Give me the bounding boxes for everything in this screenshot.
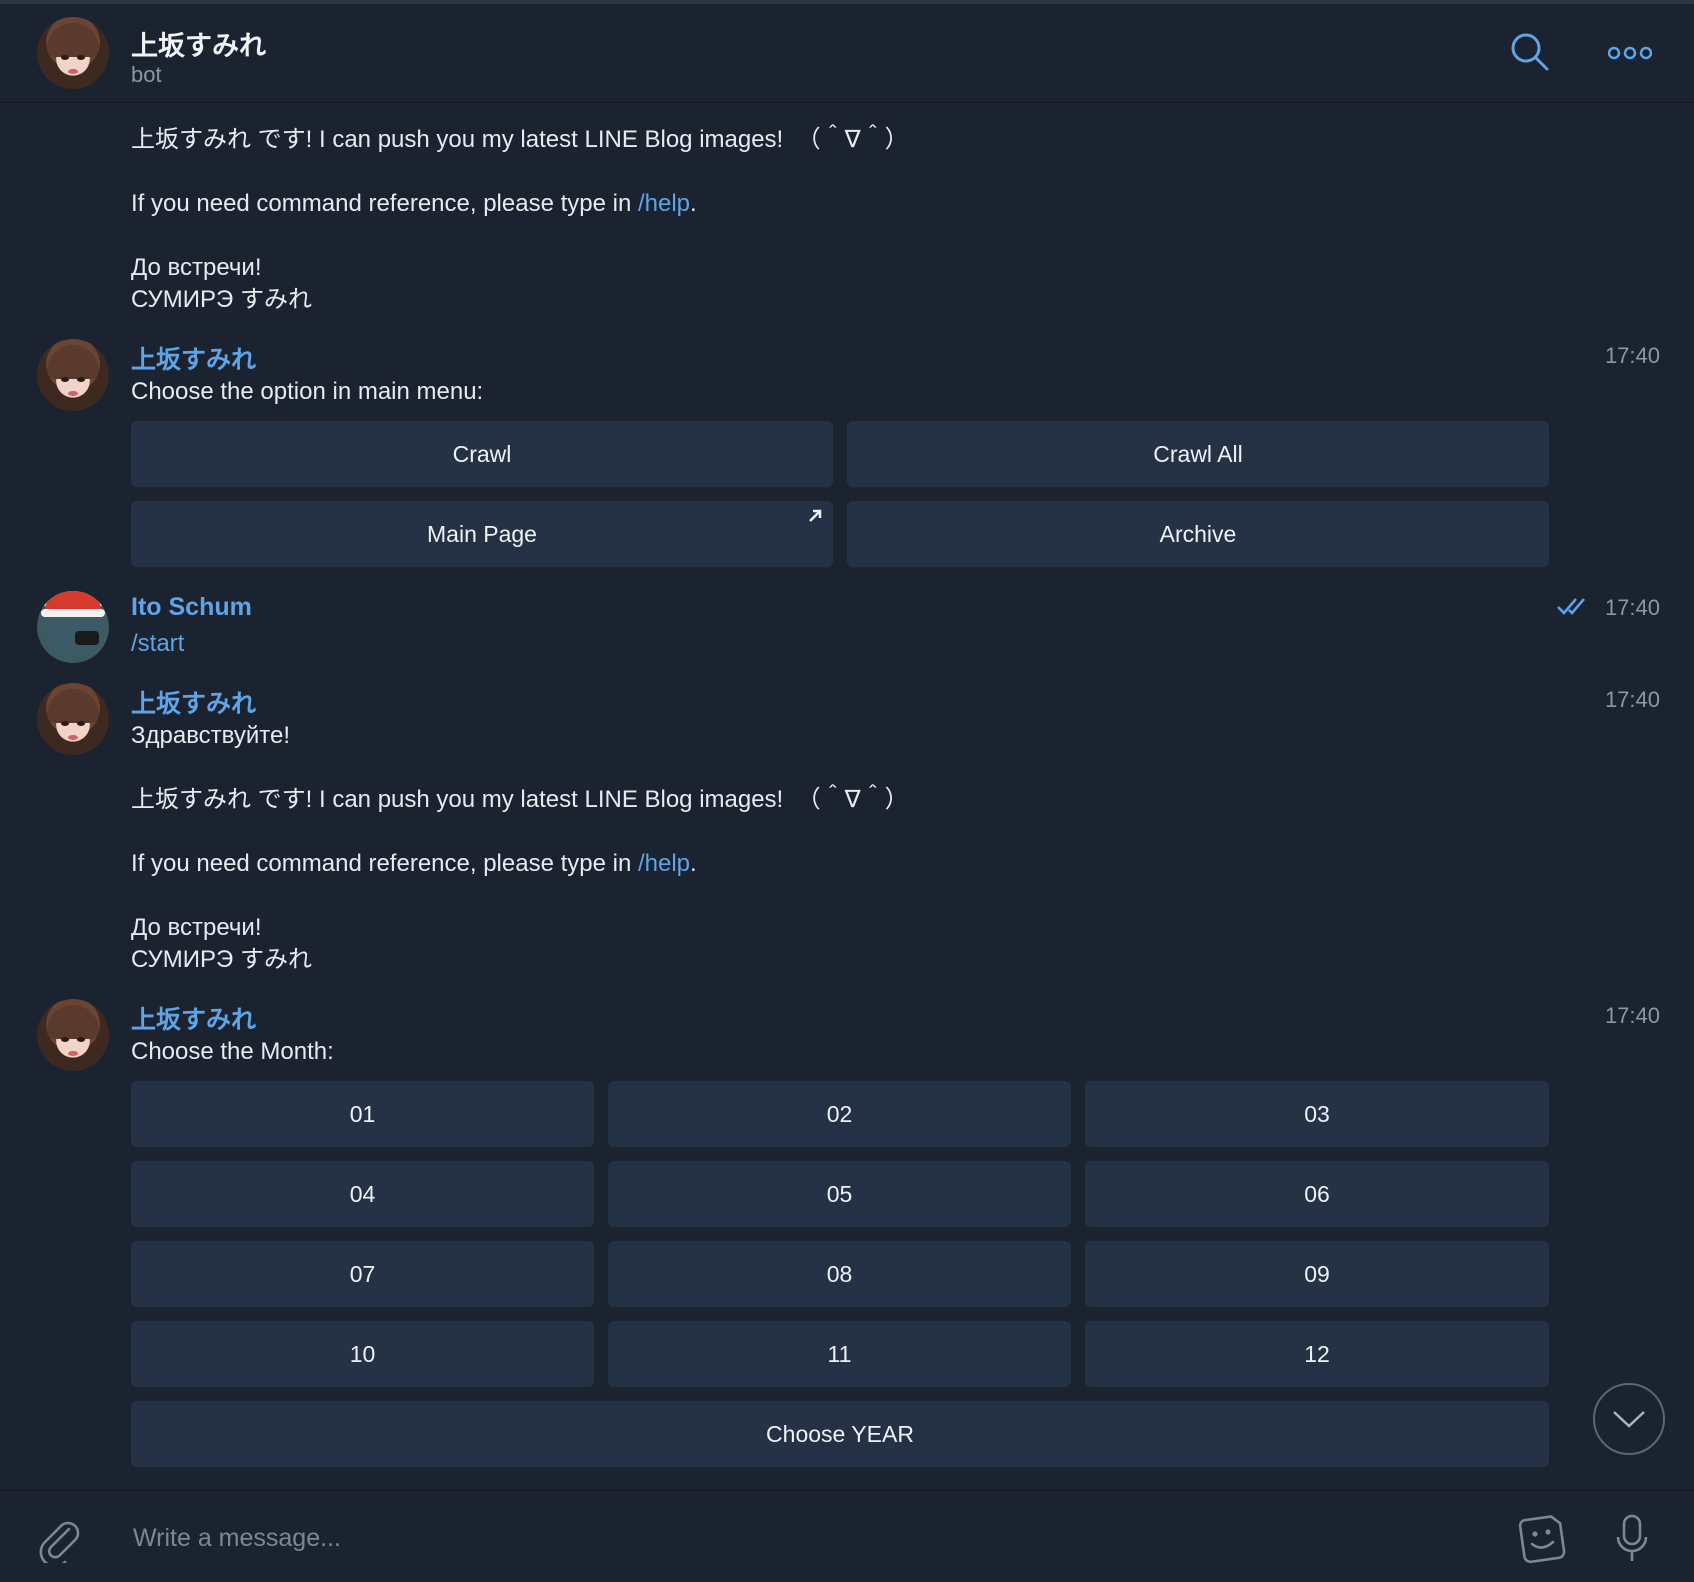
sticker-icon[interactable] — [1516, 1512, 1568, 1569]
chat-title[interactable]: 上坂すみれ — [131, 24, 266, 63]
message-text: If you need command reference, please ty… — [131, 190, 697, 217]
message-text: Choose the option in main menu: — [131, 378, 484, 405]
message-text: СУМИРЭ すみれ — [131, 286, 312, 313]
month-button-04[interactable]: 04 — [131, 1161, 594, 1227]
microphone-icon[interactable] — [1614, 1513, 1650, 1570]
user-avatar[interactable] — [37, 591, 109, 663]
message-sender[interactable]: 上坂すみれ — [131, 340, 256, 376]
message-text: СУМИРЭ すみれ — [131, 946, 312, 973]
message-sender[interactable]: 上坂すみれ — [131, 1000, 256, 1036]
attach-icon[interactable] — [36, 1515, 82, 1568]
message-sender[interactable]: Ito Schum — [131, 593, 252, 622]
main-page-label: Main Page — [427, 520, 537, 547]
search-icon[interactable] — [1510, 32, 1550, 77]
chat-header: 上坂すみれ bot — [0, 4, 1694, 103]
month-button-12[interactable]: 12 — [1085, 1321, 1549, 1387]
main-page-button[interactable]: Main Page — [131, 501, 833, 567]
month-button-03[interactable]: 03 — [1085, 1081, 1549, 1147]
message-text: До встречи! — [131, 254, 262, 281]
bot-avatar[interactable] — [37, 999, 109, 1071]
message-input[interactable] — [131, 1513, 1485, 1563]
message-text: If you need command reference, please ty… — [131, 850, 697, 877]
message-text: Choose the Month: — [131, 1038, 334, 1065]
more-icon[interactable] — [1607, 44, 1653, 67]
bot-avatar[interactable] — [37, 683, 109, 755]
chat-subtitle: bot — [131, 62, 162, 87]
bot-avatar[interactable] — [37, 339, 109, 411]
message-sender[interactable]: 上坂すみれ — [131, 684, 256, 720]
month-button-05[interactable]: 05 — [608, 1161, 1071, 1227]
chat-window: 上坂すみれ bot 上坂すみれ です! I can push you my la… — [0, 0, 1694, 1582]
month-button-10[interactable]: 10 — [131, 1321, 594, 1387]
month-button-01[interactable]: 01 — [131, 1081, 594, 1147]
message-time: 17:40 — [1604, 1003, 1660, 1028]
message-input-bar — [0, 1490, 1694, 1582]
help-command-link[interactable]: /help — [638, 850, 690, 877]
archive-button[interactable]: Archive — [847, 501, 1549, 567]
month-button-02[interactable]: 02 — [608, 1081, 1071, 1147]
bot-avatar[interactable] — [37, 17, 109, 89]
crawl-all-button[interactable]: Crawl All — [847, 421, 1549, 487]
month-button-11[interactable]: 11 — [608, 1321, 1071, 1387]
message-time: 17:40 — [1604, 687, 1660, 712]
choose-year-button[interactable]: Choose YEAR — [131, 1401, 1549, 1467]
start-command-link[interactable]: /start — [131, 628, 184, 660]
message-time: 17:40 — [1604, 595, 1660, 620]
read-checkmarks-icon — [1556, 596, 1588, 621]
message-text: До встречи! — [131, 914, 262, 941]
message-text: 上坂すみれ です! I can push you my latest LINE … — [131, 786, 909, 813]
month-button-06[interactable]: 06 — [1085, 1161, 1549, 1227]
scroll-to-bottom-button[interactable] — [1593, 1383, 1665, 1455]
message-time: 17:40 — [1604, 343, 1660, 368]
help-command-link[interactable]: /help — [638, 190, 690, 217]
crawl-button[interactable]: Crawl — [131, 421, 833, 487]
month-button-09[interactable]: 09 — [1085, 1241, 1549, 1307]
message-text: Здравствуйте! — [131, 722, 291, 749]
external-link-icon — [805, 505, 825, 532]
chevron-down-icon — [1613, 1411, 1645, 1428]
month-button-08[interactable]: 08 — [608, 1241, 1071, 1307]
month-button-07[interactable]: 07 — [131, 1241, 594, 1307]
message-text: 上坂すみれ です! I can push you my latest LINE … — [131, 126, 909, 153]
